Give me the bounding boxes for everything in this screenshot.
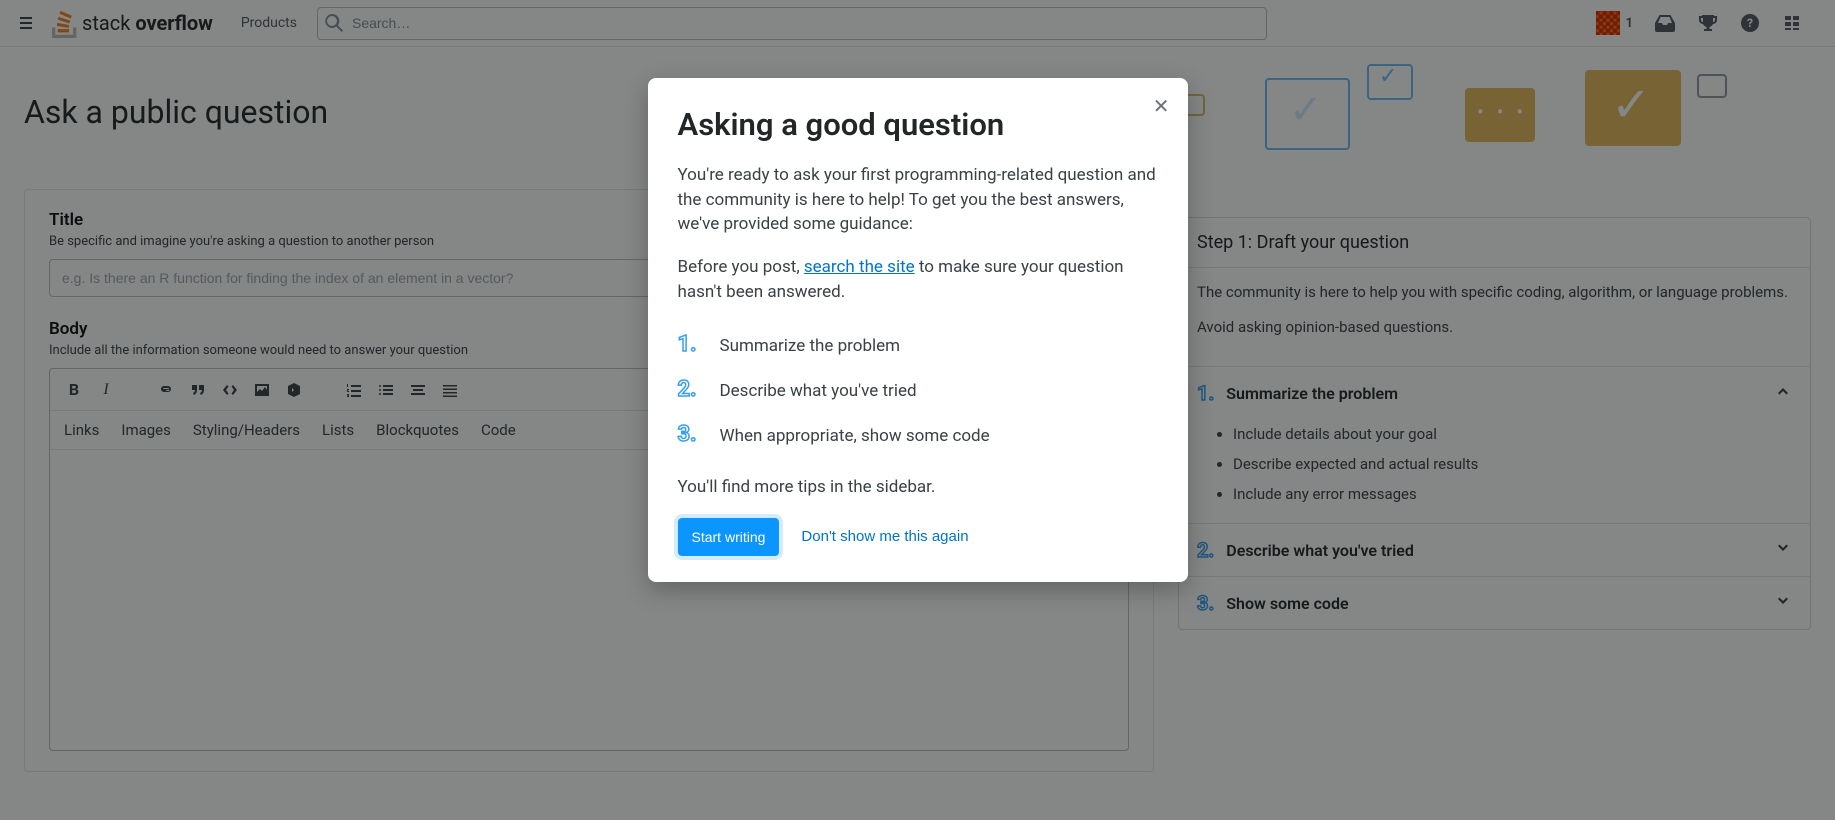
modal-actions: Start writing Don't show me this again [678, 518, 1158, 556]
modal-paragraph-1: You're ready to ask your first programmi… [678, 163, 1158, 237]
modal-overlay[interactable]: ✕ Asking a good question You're ready to… [0, 0, 1835, 820]
modal-steps: 1. Summarize the problem 2. Describe what … [678, 322, 1158, 457]
modal-p2-pre: Before you post, [678, 257, 804, 277]
modal-footer-note: You'll find more tips in the sidebar. [678, 475, 1158, 500]
list-item: Summarize the problem [720, 336, 901, 356]
modal-title: Asking a good question [678, 106, 1158, 143]
dont-show-again-button[interactable]: Don't show me this again [801, 528, 968, 545]
close-icon[interactable]: ✕ [1153, 94, 1170, 119]
list-item: Describe what you've tried [720, 381, 917, 401]
modal: ✕ Asking a good question You're ready to… [648, 78, 1188, 582]
modal-paragraph-2: Before you post, search the site to make… [678, 255, 1158, 304]
search-site-link[interactable]: search the site [804, 257, 915, 277]
start-writing-button[interactable]: Start writing [678, 518, 780, 556]
step-number: 2. [678, 377, 702, 402]
step-number: 3. [678, 422, 702, 447]
list-item: When appropriate, show some code [720, 426, 990, 446]
step-number: 1. [678, 332, 702, 357]
